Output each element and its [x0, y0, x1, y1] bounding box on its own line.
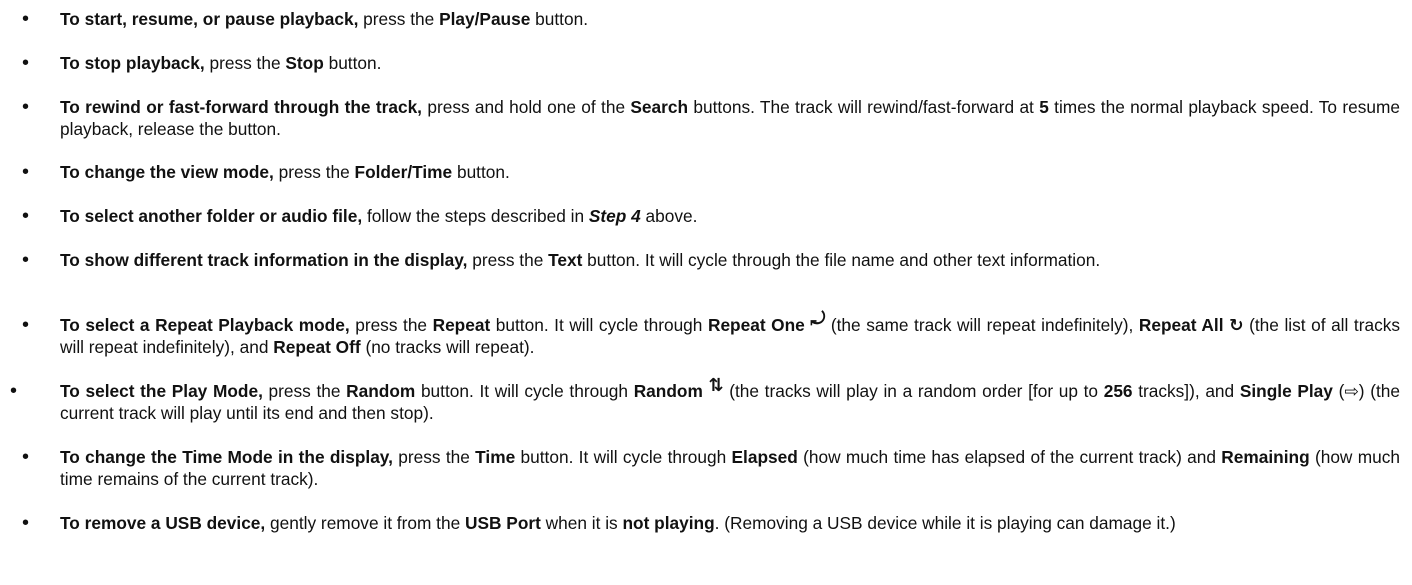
button-name: Stop — [285, 53, 324, 73]
button-name: Play/Pause — [439, 9, 531, 29]
list-item: • To change the Time Mode in the display… — [22, 446, 1400, 489]
bullet: • — [10, 380, 18, 402]
item-heading: To select a Repeat Playback mode, — [60, 315, 350, 335]
repeat-one-icon: ⤾ — [810, 309, 826, 329]
mode-name: Elapsed — [731, 447, 798, 467]
mode-name: Random — [633, 381, 703, 401]
bullet: • — [22, 314, 30, 336]
button-name: Repeat — [432, 315, 491, 335]
list-item: • To remove a USB device, gently remove … — [22, 512, 1176, 534]
item-heading: To start, resume, or pause playback, — [60, 9, 359, 29]
bullet: • — [22, 205, 30, 227]
bullet: • — [22, 161, 30, 183]
button-name: Random — [346, 381, 416, 401]
mode-name: Repeat Off — [273, 337, 361, 357]
mode-name: Remaining — [1221, 447, 1310, 467]
list-item: • To show different track information in… — [22, 249, 1101, 271]
list-item: • To rewind or fast-forward through the … — [22, 96, 1400, 139]
list-item: • To select the Play Mode, press the Ran… — [10, 375, 1400, 423]
list-item: • To stop playback, press the Stop butto… — [22, 52, 382, 74]
item-heading: To change the view mode, — [60, 162, 274, 182]
mode-name: Repeat All — [1138, 315, 1224, 335]
button-name: Text — [548, 250, 583, 270]
item-heading: To stop playback, — [60, 53, 205, 73]
port-name: USB Port — [465, 513, 541, 533]
item-heading: To change the Time Mode in the display, — [60, 447, 393, 467]
speed-value: 5 — [1039, 97, 1049, 117]
list-item: • To select another folder or audio file… — [22, 205, 698, 227]
bullet: • — [22, 8, 30, 30]
bullet: • — [22, 512, 30, 534]
instruction-list: • To start, resume, or pause playback, p… — [0, 0, 1412, 585]
item-heading: To rewind or fast-forward through the tr… — [60, 97, 422, 117]
mode-name: Single Play — [1239, 381, 1333, 401]
item-heading: To select another folder or audio file, — [60, 206, 363, 226]
list-item: • To change the view mode, press the Fol… — [22, 161, 510, 183]
item-heading: To remove a USB device, — [60, 513, 266, 533]
item-heading: To show different track information in t… — [60, 250, 468, 270]
step-reference: Step 4 — [588, 206, 641, 226]
button-name: Time — [475, 447, 516, 467]
random-icon: ⇅ — [708, 375, 724, 395]
button-name: Search — [630, 97, 689, 117]
state-name: not playing — [622, 513, 715, 533]
list-item: • To start, resume, or pause playback, p… — [22, 8, 588, 30]
bullet: • — [22, 96, 30, 118]
list-item: • To select a Repeat Playback mode, pres… — [22, 309, 1401, 357]
item-heading: To select the Play Mode, — [60, 381, 263, 401]
bullet: • — [22, 446, 30, 468]
button-name: Folder/Time — [354, 162, 453, 182]
bullet: • — [22, 249, 30, 271]
mode-name: Repeat One — [707, 315, 805, 335]
track-limit: 256 — [1103, 381, 1133, 401]
bullet: • — [22, 52, 30, 74]
repeat-all-icon: ↻ — [1229, 315, 1244, 335]
